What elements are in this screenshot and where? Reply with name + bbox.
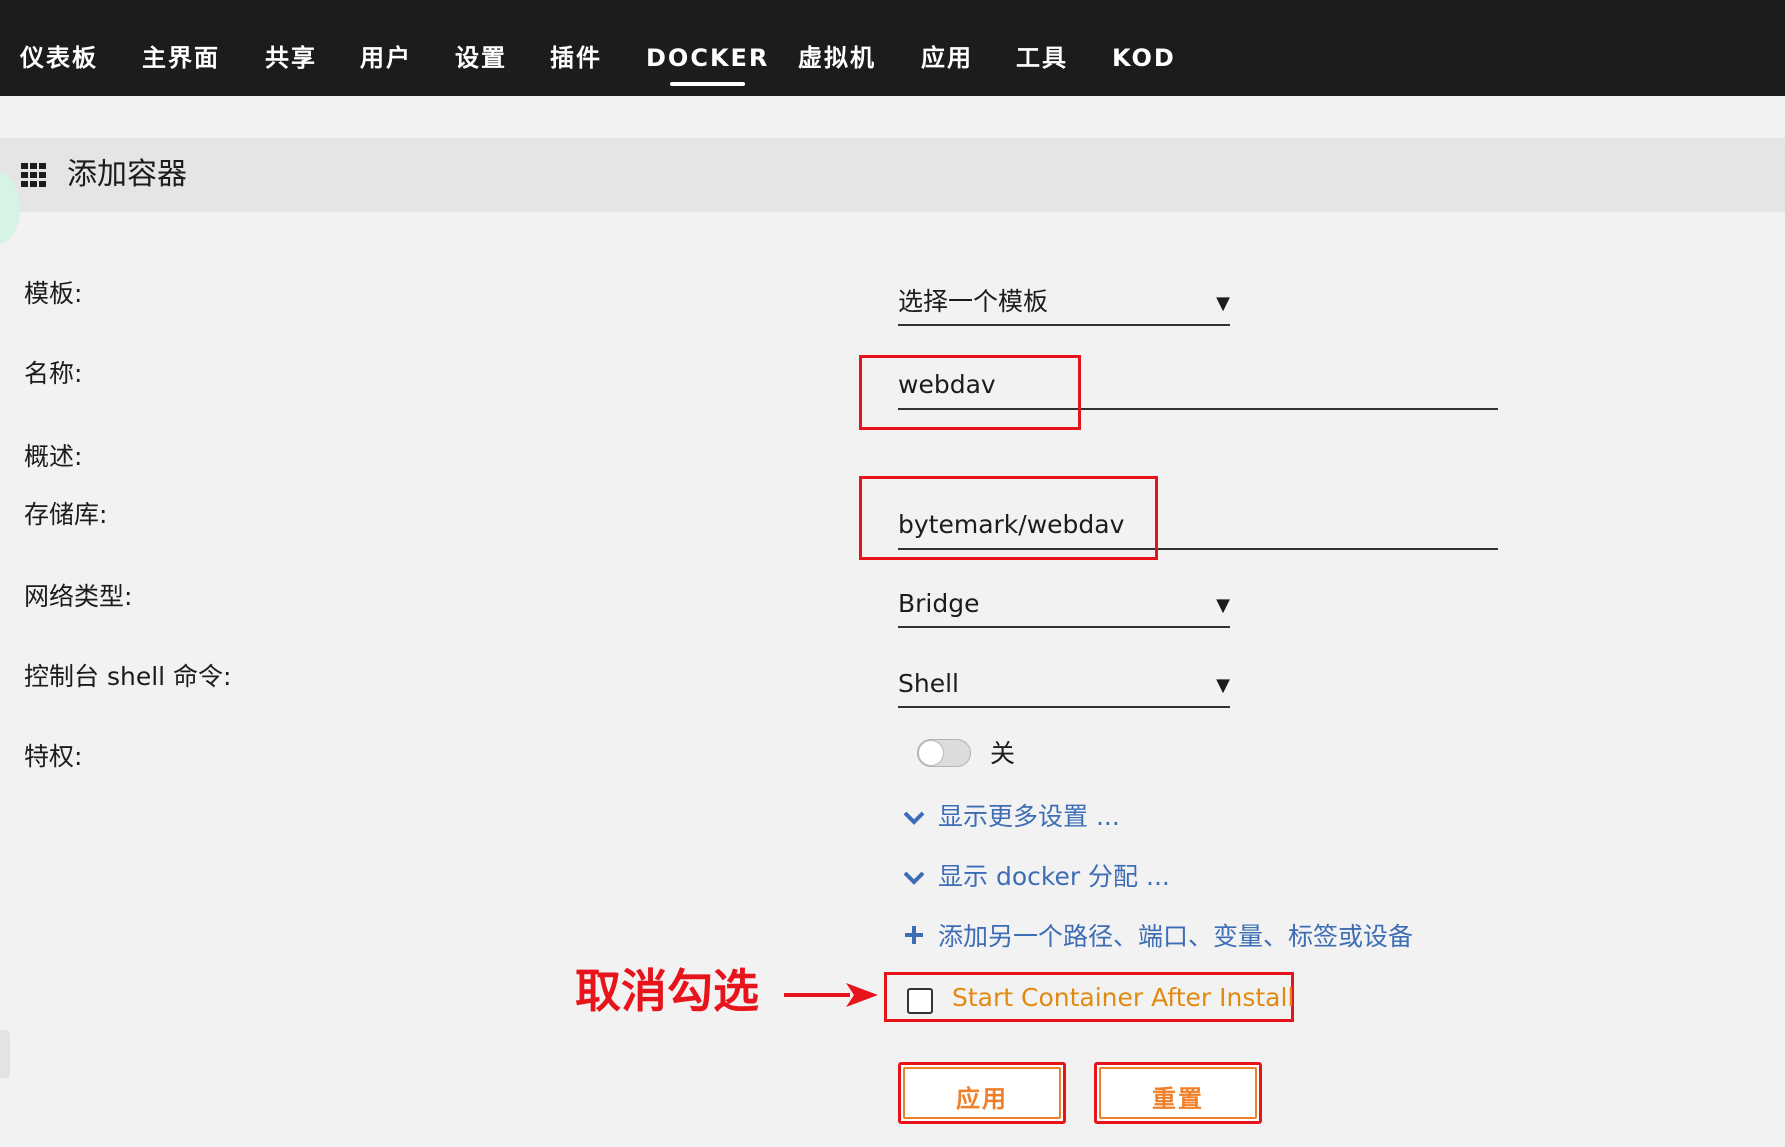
reset-button-label: 重置	[1152, 1085, 1204, 1113]
start-after-install-checkbox[interactable]	[907, 988, 933, 1014]
name-label: 名称:	[24, 359, 83, 388]
chevron-down-icon	[902, 800, 926, 834]
nav-item-settings[interactable]: 设置	[455, 42, 507, 74]
network-type-select[interactable]: Bridge ▼	[898, 586, 1230, 628]
chevron-down-icon	[902, 860, 926, 894]
grid-icon	[21, 163, 47, 187]
nav-item-plugins[interactable]: 插件	[550, 42, 602, 74]
add-path-port-link[interactable]: 添加另一个路径、端口、变量、标签或设备	[902, 920, 1413, 954]
arrow-right-icon	[784, 983, 878, 1007]
console-shell-select[interactable]: Shell ▼	[898, 666, 1230, 708]
repository-label: 存储库:	[24, 500, 108, 529]
nav-item-vms[interactable]: 虚拟机	[798, 42, 876, 74]
apply-button-label: 应用	[956, 1085, 1008, 1113]
section-header: 添加容器	[0, 138, 1785, 212]
privileged-label: 特权:	[24, 742, 83, 771]
nav-item-main[interactable]: 主界面	[142, 42, 220, 74]
annotation-uncheck: 取消勾选	[575, 964, 759, 1018]
description-label: 概述:	[24, 442, 83, 471]
name-input[interactable]: webdav	[898, 366, 1498, 410]
plus-icon	[902, 920, 926, 954]
caret-down-icon: ▼	[1216, 595, 1230, 616]
caret-down-icon: ▼	[1216, 293, 1230, 314]
network-type-value: Bridge	[898, 589, 980, 618]
console-shell-value: Shell	[898, 669, 959, 698]
apply-button[interactable]: 应用	[898, 1062, 1066, 1124]
nav-item-kod[interactable]: KOD	[1112, 42, 1176, 74]
toggle-knob	[919, 741, 943, 765]
nav-item-tools[interactable]: 工具	[1016, 42, 1068, 74]
reset-button[interactable]: 重置	[1094, 1062, 1262, 1124]
top-nav: 仪表板 主界面 共享 用户 设置 插件 DOCKER 虚拟机 应用 工具 KOD	[0, 0, 1785, 96]
nav-item-users[interactable]: 用户	[360, 42, 412, 74]
show-docker-allocations-link[interactable]: 显示 docker 分配 ...	[902, 860, 1170, 894]
show-more-settings-link[interactable]: 显示更多设置 ...	[902, 800, 1120, 834]
template-select[interactable]: 选择一个模板 ▼	[898, 284, 1230, 326]
privileged-toggle-text: 关	[990, 739, 1016, 768]
template-select-value: 选择一个模板	[898, 287, 1049, 316]
repository-input-value: bytemark/webdav	[898, 510, 1125, 539]
privileged-toggle[interactable]	[917, 739, 971, 767]
console-shell-label: 控制台 shell 命令:	[24, 662, 232, 691]
side-tab[interactable]	[0, 1030, 10, 1078]
template-label: 模板:	[24, 279, 83, 308]
start-after-install-label[interactable]: Start Container After Install	[952, 982, 1294, 1014]
page-title: 添加容器	[67, 157, 187, 192]
nav-item-shares[interactable]: 共享	[265, 42, 317, 74]
show-docker-allocations-label: 显示 docker 分配 ...	[938, 862, 1170, 891]
name-input-value: webdav	[898, 370, 996, 399]
nav-item-apps[interactable]: 应用	[921, 42, 973, 74]
show-more-settings-label: 显示更多设置 ...	[938, 802, 1120, 831]
caret-down-icon: ▼	[1216, 675, 1230, 696]
nav-item-docker[interactable]: DOCKER	[646, 42, 769, 86]
network-type-label: 网络类型:	[24, 582, 133, 611]
start-after-install-row: Start Container After Install	[884, 972, 1294, 1022]
add-path-port-label: 添加另一个路径、端口、变量、标签或设备	[938, 922, 1414, 951]
repository-input[interactable]: bytemark/webdav	[898, 506, 1498, 550]
nav-item-dashboard[interactable]: 仪表板	[20, 42, 98, 74]
